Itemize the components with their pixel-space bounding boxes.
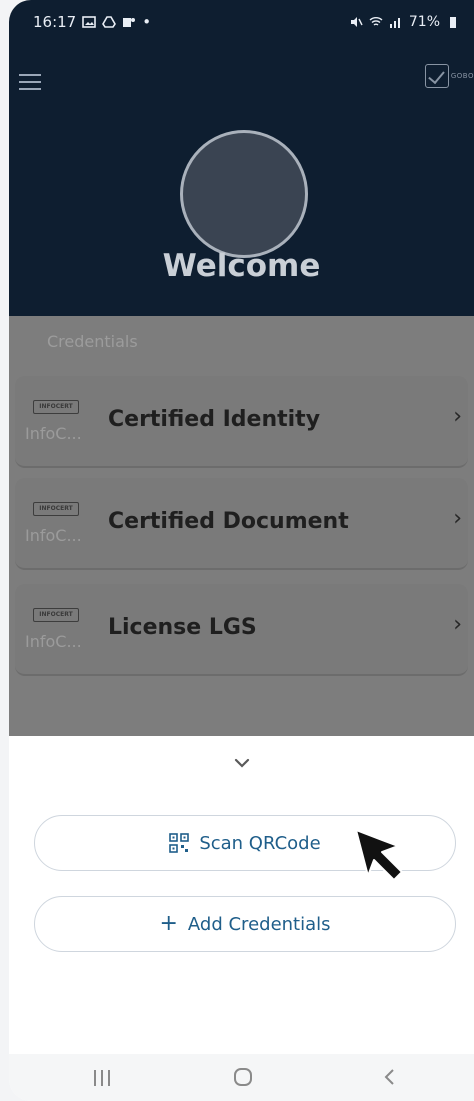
credentials-label: Credentials (47, 332, 138, 351)
credential-title: Certified Document (108, 509, 349, 534)
issuer-logo-icon: INFOCERT (33, 400, 79, 414)
qrcode-icon (169, 833, 190, 853)
credential-title: License LGS (108, 615, 257, 640)
issuer-logo-icon: INFOCERT (33, 608, 79, 622)
app-bar: GOBO (9, 44, 474, 117)
brand-check-icon (424, 64, 449, 88)
credentials-section: Credentials INFOCERT InfoC... Certified … (9, 316, 474, 736)
welcome-title: Welcome (162, 248, 321, 284)
chevron-right-icon: › (453, 506, 462, 531)
status-time: 16:17 (33, 13, 77, 31)
home-icon[interactable] (234, 1068, 252, 1086)
chevron-down-icon[interactable] (234, 758, 250, 768)
status-bar: 16:17 • 71% (9, 0, 474, 44)
system-navigation-bar (9, 1054, 474, 1101)
chevron-right-icon: › (453, 612, 462, 637)
chevron-right-icon: › (453, 404, 462, 429)
mute-icon (350, 17, 363, 27)
drive-notification-icon (102, 16, 117, 28)
credential-card[interactable]: INFOCERT InfoC... Certified Document › (15, 478, 468, 570)
issuer-logo-icon: INFOCERT (33, 502, 79, 516)
add-credentials-label: Add Credentials (187, 913, 331, 935)
menu-icon[interactable] (19, 74, 41, 90)
bottom-sheet: Scan QRCode + Add Credentials (9, 736, 474, 1054)
add-credentials-button[interactable]: + Add Credentials (34, 896, 456, 952)
status-right: 71% (349, 14, 460, 30)
image-notification-icon (82, 16, 97, 28)
mouse-cursor-icon (355, 829, 403, 881)
teams-notification-icon (123, 18, 136, 27)
notification-dot-icon: • (142, 13, 152, 31)
credential-card[interactable]: INFOCERT InfoC... License LGS › (15, 584, 468, 676)
battery-icon (450, 17, 456, 28)
phone-screen: 16:17 • 71% GOBO Welcome Credentials INF… (9, 0, 474, 1101)
issuer-name: InfoC... (25, 526, 82, 545)
issuer-name: InfoC... (25, 632, 82, 651)
scan-qrcode-label: Scan QRCode (199, 832, 321, 854)
back-icon[interactable] (379, 1066, 401, 1088)
plus-icon: + (159, 911, 178, 936)
recents-icon[interactable] (94, 1070, 114, 1086)
avatar[interactable] (180, 130, 308, 258)
status-left: 16:17 • (33, 13, 151, 31)
battery-level: 71% (408, 14, 440, 30)
brand-text: GOBO (450, 72, 474, 80)
hero: Welcome (9, 116, 474, 316)
issuer-name: InfoC... (25, 424, 82, 443)
wifi-icon (369, 17, 383, 26)
signal-icon (389, 18, 400, 28)
brand-logo: GOBO (424, 64, 474, 88)
credential-title: Certified Identity (108, 407, 321, 432)
credential-card[interactable]: INFOCERT InfoC... Certified Identity › (15, 376, 468, 468)
